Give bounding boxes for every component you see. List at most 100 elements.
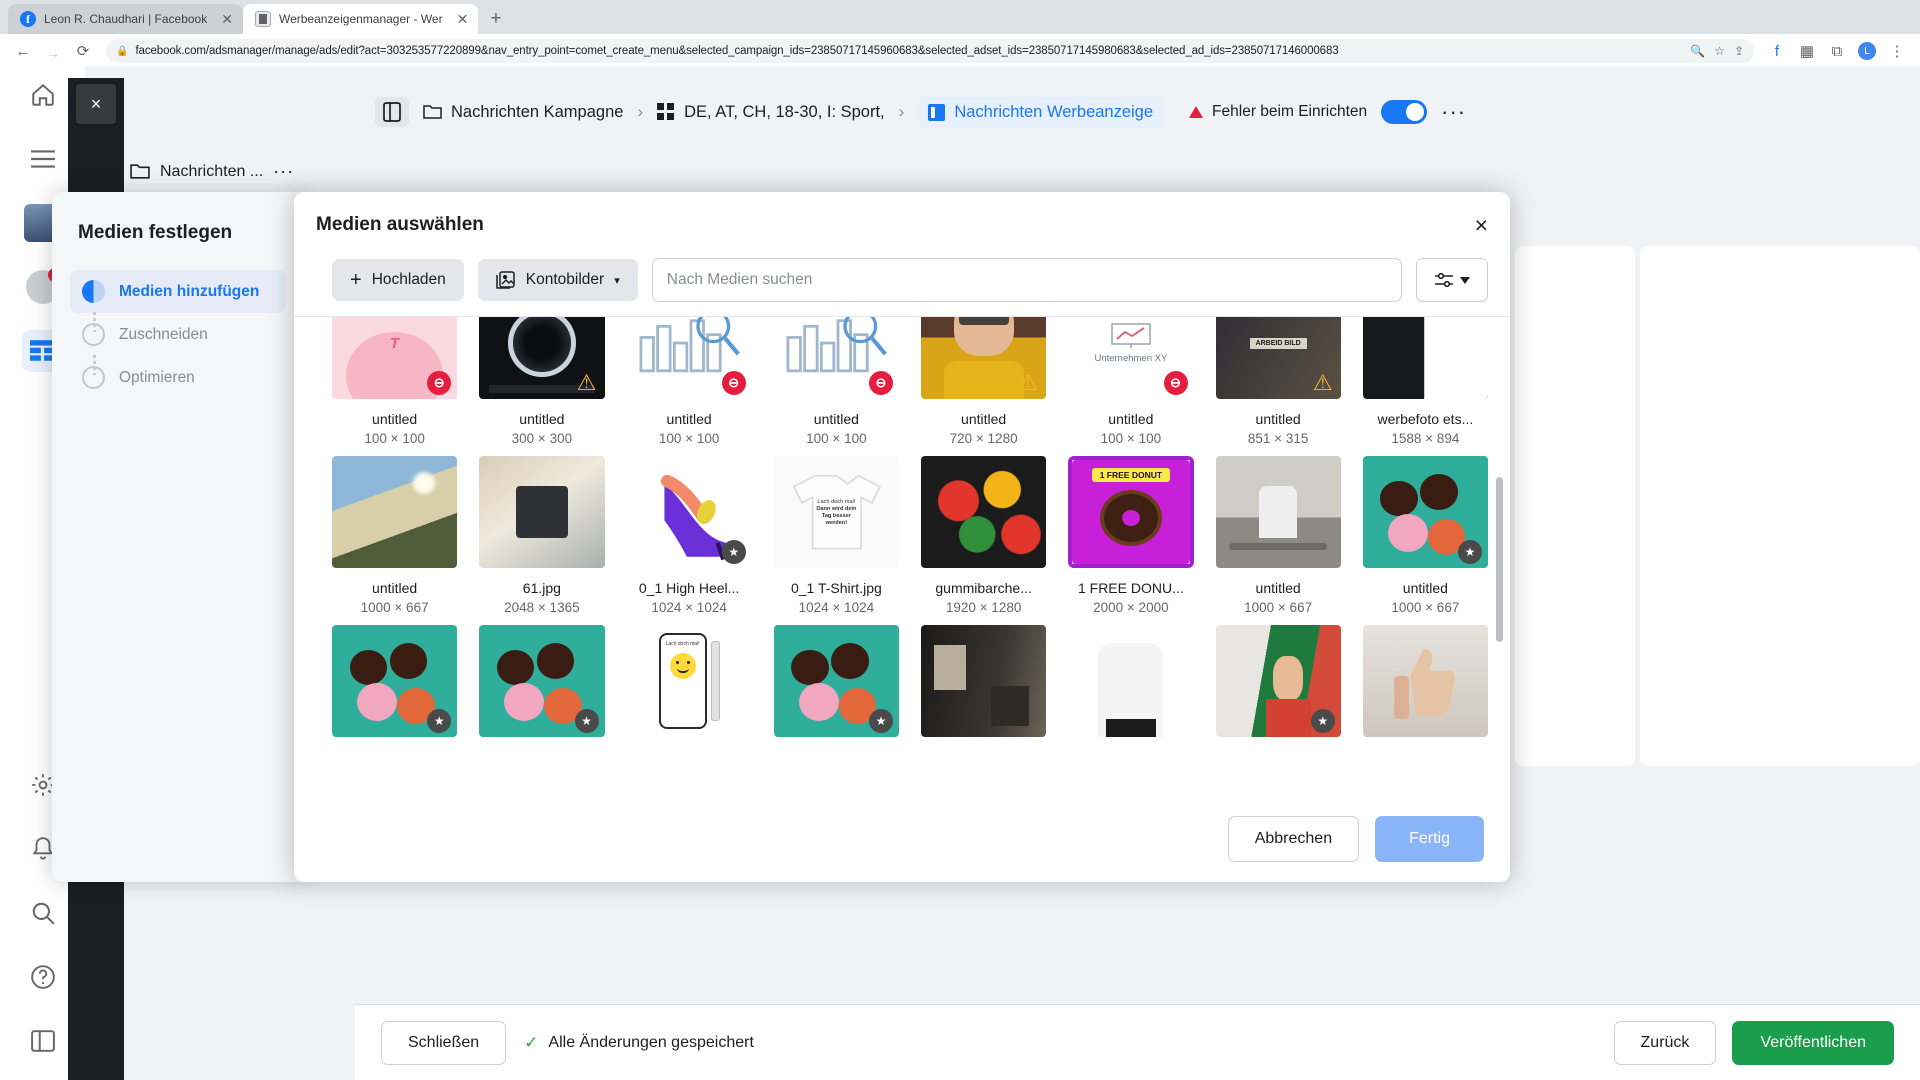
breadcrumb-separator: › <box>898 102 905 121</box>
favorite-badge-icon: ★ <box>721 540 746 564</box>
media-item[interactable]: 61.jpg 2048 × 1365 <box>479 446 605 615</box>
media-name: untitled <box>1255 411 1301 427</box>
account-images-dropdown[interactable]: Kontobilder ▾ <box>477 259 638 301</box>
error-badge-icon: ⊖ <box>869 371 893 395</box>
media-item[interactable]: Lach doch mal! Dann wird dein Tag besser we… <box>773 446 899 615</box>
media-thumbnail-wrapper <box>921 625 1047 737</box>
menu-icon[interactable] <box>22 138 64 180</box>
media-item[interactable]: ★ 0_1 High Heel... 1024 × 1024 <box>626 446 752 615</box>
search-input[interactable]: Nach Medien suchen <box>651 258 1402 302</box>
media-dimensions: 100 × 100 <box>1100 431 1162 446</box>
puzzle-icon[interactable]: ⧉ <box>1824 38 1850 64</box>
done-button[interactable]: Fertig <box>1375 816 1484 862</box>
media-item[interactable]: ⚠ untitled 720 × 1280 <box>921 317 1047 446</box>
step-add-media[interactable]: Medien hinzufügen <box>70 270 286 332</box>
three-dots-icon[interactable]: ··· <box>273 161 294 182</box>
close-button[interactable]: Schließen <box>381 1020 507 1065</box>
browser-menu-icon[interactable]: ⋮ <box>1884 38 1910 64</box>
media-name: 0_1 High Heel... <box>638 580 740 596</box>
three-dots-icon[interactable]: ··· <box>1441 99 1466 125</box>
close-icon[interactable]: ✕ <box>215 11 233 28</box>
share-icon[interactable]: ⇪ <box>1734 44 1744 58</box>
media-thumbnail-wrapper: ⊖ <box>626 317 752 399</box>
scrollbar[interactable] <box>1496 477 1503 642</box>
close-editor-button[interactable]: × <box>76 84 116 124</box>
browser-tab-1[interactable]: Werbeanzeigenmanager - Wer ✕ <box>242 4 479 34</box>
media-item[interactable]: ⊖ untitled 100 × 100 <box>773 317 899 446</box>
avatar[interactable]: L <box>1854 38 1880 64</box>
media-item[interactable]: ★ <box>479 615 605 753</box>
media-item[interactable] <box>1068 615 1194 753</box>
media-item[interactable]: Unternehmen XY ⊖ untitled 100 × 100 <box>1068 317 1194 446</box>
upload-button[interactable]: + Hochladen <box>332 259 464 301</box>
home-icon[interactable] <box>22 74 64 116</box>
media-item[interactable]: ⊖ untitled 100 × 100 <box>626 317 752 446</box>
media-name: untitled <box>1108 411 1154 427</box>
filter-button[interactable] <box>1416 258 1488 302</box>
search-placeholder: Nach Medien suchen <box>666 271 813 288</box>
media-item[interactable]: gummibarche... 1920 × 1280 <box>921 446 1047 615</box>
omnibox-actions: 🔍 ☆ ⇪ <box>1682 44 1744 58</box>
media-item[interactable]: Lach doch mal! <box>626 615 752 753</box>
media-item[interactable]: 1 FREE DONUT 1 FREE DONU... 2000 × 2000 <box>1068 446 1194 615</box>
media-item[interactable]: ★ <box>773 615 899 753</box>
extension-icon[interactable]: ▦ <box>1794 38 1820 64</box>
search-icon[interactable]: 🔍 <box>1690 44 1705 58</box>
media-thumbnail-wrapper: T ⊖ <box>332 317 458 399</box>
media-item[interactable]: T ⊖ untitled 100 × 100 <box>332 317 458 446</box>
plus-icon: + <box>350 269 362 291</box>
media-item[interactable] <box>1362 615 1488 753</box>
media-item[interactable] <box>921 615 1047 753</box>
search-icon[interactable] <box>22 892 64 934</box>
cancel-button[interactable]: Abbrechen <box>1227 816 1360 862</box>
error-text: Fehler beim Einrichten <box>1212 103 1368 120</box>
media-item[interactable]: ★ untitled 1000 × 667 <box>1362 446 1488 615</box>
breadcrumb-item-campaign[interactable]: Nachrichten Kampagne <box>423 103 623 122</box>
breadcrumb-item-ad[interactable]: Nachrichten Werbeanzeige <box>918 96 1164 128</box>
facebook-extension-icon[interactable]: f <box>1764 38 1790 64</box>
media-item[interactable]: DAILY TO DOLISTKDP INTERIOR werbefoto ets… <box>1362 317 1488 446</box>
panel-toggle-icon[interactable] <box>375 97 409 127</box>
media-item[interactable]: ★ <box>332 615 458 753</box>
image-stack-icon <box>496 271 515 289</box>
step-optimize[interactable]: Optimieren <box>70 356 286 399</box>
background-card-far-right <box>1640 246 1920 766</box>
expand-panel-icon[interactable] <box>22 1020 64 1062</box>
media-item[interactable]: ★ <box>1215 615 1341 753</box>
reload-icon[interactable]: ⟳ <box>70 38 96 64</box>
breadcrumb-item-adset[interactable]: DE, AT, CH, 18-30, I: Sport, <box>657 103 885 122</box>
forward-icon[interactable]: → <box>40 40 66 66</box>
media-thumbnail-wrapper: ★ <box>479 625 605 737</box>
setup-error: Fehler beim Einrichten <box>1189 103 1367 121</box>
media-item[interactable]: untitled 1000 × 667 <box>332 446 458 615</box>
back-icon[interactable]: ← <box>10 38 36 64</box>
media-item[interactable]: untitled 1000 × 667 <box>1215 446 1341 615</box>
thumbnail-free-donut: 1 FREE DONUT <box>1072 460 1190 564</box>
facebook-icon: f <box>20 11 36 27</box>
thumbnail-phone-smiley: Lach doch mal! <box>626 625 752 737</box>
media-thumbnail-wrapper: ARBEID BILD ⚠ <box>1215 317 1341 399</box>
browser-tab-0[interactable]: f Leon R. Chaudhari | Facebook ✕ <box>8 4 243 34</box>
url-text: facebook.com/adsmanager/manage/ads/edit?… <box>135 45 1339 57</box>
breadcrumb-separator: › <box>637 102 644 121</box>
back-button[interactable]: Zurück <box>1613 1020 1717 1065</box>
address-bar[interactable]: 🔒 facebook.com/adsmanager/manage/ads/edi… <box>106 39 1754 63</box>
profile-icon: L <box>1858 42 1876 60</box>
new-tab-button[interactable]: + <box>478 8 513 34</box>
media-item[interactable]: ARBEID BILD ⚠ untitled 851 × 315 <box>1215 317 1341 446</box>
warning-badge-icon: ⚠ <box>1312 370 1333 395</box>
select-media-dialog: Medien auswählen × + Hochladen Kontobild… <box>294 192 1510 882</box>
ad-icon <box>928 103 946 121</box>
publish-button[interactable]: Veröffentlichen <box>1732 1020 1894 1065</box>
ad-status-toggle[interactable] <box>1381 100 1428 124</box>
media-name: 61.jpg <box>522 580 561 596</box>
star-icon[interactable]: ☆ <box>1714 44 1725 58</box>
media-grid-wrapper: T ⊖ untitled 100 × 100 ⚠ untitled 300 × 300 ⊖ un… <box>294 316 1510 796</box>
media-thumbnail-wrapper: ⊖ <box>773 317 899 399</box>
close-icon[interactable]: × <box>1475 213 1488 237</box>
close-icon[interactable]: ✕ <box>451 11 469 28</box>
media-toolbar: + Hochladen Kontobilder ▾ Nach Medien su… <box>294 258 1510 316</box>
media-item[interactable]: ⚠ untitled 300 × 300 <box>479 317 605 446</box>
step-crop[interactable]: Zuschneiden <box>70 313 286 375</box>
help-icon[interactable] <box>22 956 64 998</box>
